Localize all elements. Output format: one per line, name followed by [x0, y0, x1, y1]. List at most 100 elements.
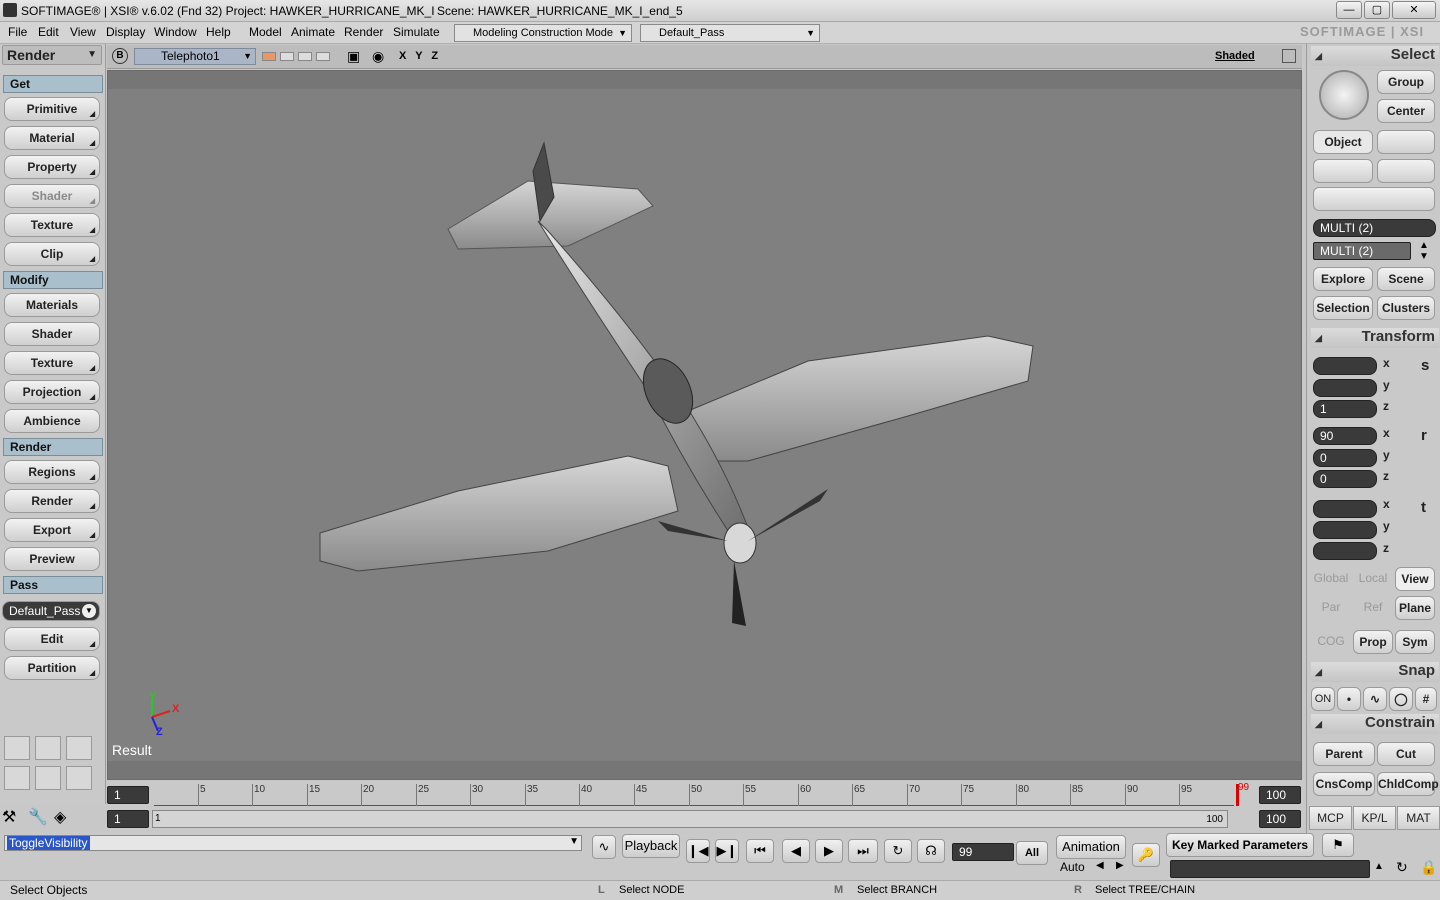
- layout-left-icon[interactable]: [4, 766, 30, 790]
- chevron-up-icon[interactable]: ▲: [1374, 861, 1384, 872]
- scale-z-field[interactable]: 1: [1313, 400, 1377, 418]
- menu-animate[interactable]: Animate: [291, 25, 335, 39]
- rotate-x-field[interactable]: 90: [1313, 427, 1377, 445]
- keyable-icon[interactable]: ⚑: [1322, 833, 1354, 857]
- local-button[interactable]: Local: [1353, 567, 1393, 591]
- shader-get-button[interactable]: Shader ◢: [4, 184, 100, 208]
- wrench-icon[interactable]: 🔧: [28, 807, 48, 827]
- prop-button[interactable]: Prop: [1353, 630, 1393, 654]
- cog-button[interactable]: COG: [1311, 630, 1351, 654]
- texture-modify-button[interactable]: Texture ◢: [4, 351, 100, 375]
- selection-list[interactable]: MULTI (2): [1313, 242, 1411, 260]
- close-button[interactable]: ✕: [1392, 1, 1436, 19]
- scale-y-field[interactable]: [1313, 379, 1377, 397]
- translate-mode-icon[interactable]: t: [1421, 499, 1426, 516]
- filter-expand-button[interactable]: [1313, 187, 1435, 211]
- primitive-button[interactable]: Primitive ◢: [4, 97, 100, 121]
- rotate-y-field[interactable]: 0: [1313, 449, 1377, 467]
- 3d-viewport[interactable]: Y X Z Result: [107, 70, 1302, 780]
- scene-button[interactable]: Scene: [1377, 267, 1435, 291]
- tab-kpl[interactable]: KP/L: [1353, 806, 1396, 830]
- projection-button[interactable]: Projection ◢: [4, 380, 100, 404]
- all-button[interactable]: All: [1016, 841, 1048, 865]
- menu-model[interactable]: Model: [249, 25, 282, 39]
- memo-cam-icon[interactable]: [280, 52, 294, 61]
- camera-icon[interactable]: ▣: [347, 48, 360, 65]
- audio-icon[interactable]: ☊: [917, 839, 945, 863]
- timeline[interactable]: 1 5 10 15 20 25 30 35 40 45 50 55 60 65 70 75 80 85 90 95 …: [107, 782, 1302, 832]
- range-end-field[interactable]: 100: [1259, 810, 1301, 828]
- ref-button[interactable]: Ref: [1353, 596, 1393, 620]
- play-backward-icon[interactable]: ◀: [782, 839, 810, 863]
- global-button[interactable]: Global: [1311, 567, 1351, 591]
- blank-filter-button[interactable]: [1377, 130, 1435, 154]
- snap-header[interactable]: ◢ Snap: [1311, 662, 1439, 682]
- group-button[interactable]: Group: [1377, 70, 1435, 94]
- playback-menu[interactable]: Playback: [622, 834, 680, 858]
- range-start-field[interactable]: 1: [107, 810, 149, 828]
- regions-button[interactable]: Regions ◢: [4, 460, 100, 484]
- axis-toggle[interactable]: X Y Z: [399, 50, 441, 62]
- script-icon[interactable]: ∿: [592, 835, 616, 859]
- menu-display[interactable]: Display: [106, 25, 145, 39]
- snap-surface-icon[interactable]: ◯: [1389, 687, 1413, 711]
- rotate-z-field[interactable]: 0: [1313, 470, 1377, 488]
- timeline-end-field[interactable]: 100: [1259, 786, 1301, 804]
- texture-get-button[interactable]: Texture ◢: [4, 213, 100, 237]
- edit-pass-button[interactable]: Edit ◢: [4, 627, 100, 651]
- snap-grid-icon[interactable]: #: [1415, 687, 1437, 711]
- translate-x-field[interactable]: [1313, 500, 1377, 518]
- key-icon[interactable]: 🔑: [1132, 843, 1160, 867]
- section-pass[interactable]: Pass: [3, 576, 103, 594]
- eye-icon[interactable]: ◉: [372, 48, 384, 65]
- menu-edit[interactable]: Edit: [38, 25, 59, 39]
- scale-x-field[interactable]: [1313, 357, 1377, 375]
- key-marked-button[interactable]: Key Marked Parameters: [1166, 833, 1314, 857]
- pass-dropdown[interactable]: Default_Pass ▼: [2, 601, 100, 621]
- pass-select[interactable]: Default_Pass ▼: [640, 24, 820, 42]
- memo-cam-icon[interactable]: [298, 52, 312, 61]
- layout-grid-icon[interactable]: [66, 736, 92, 760]
- auto-key-toggle[interactable]: Auto: [1060, 860, 1085, 874]
- maximize-viewport-icon[interactable]: [1282, 49, 1296, 63]
- translate-y-field[interactable]: [1313, 521, 1377, 539]
- constrain-header[interactable]: ◢ Constrain: [1311, 714, 1439, 734]
- section-get[interactable]: Get: [3, 75, 103, 93]
- first-frame-icon[interactable]: ⏮: [746, 839, 774, 863]
- plane-button[interactable]: Plane: [1395, 596, 1435, 620]
- refresh-icon[interactable]: ↻: [1396, 859, 1408, 876]
- menu-render[interactable]: Render: [344, 25, 383, 39]
- command-line[interactable]: ToggleVisibility ▼: [4, 835, 582, 851]
- blank-filter-button[interactable]: [1377, 159, 1435, 183]
- snap-point-icon[interactable]: •: [1337, 687, 1361, 711]
- play-forward-icon[interactable]: ▶: [815, 839, 843, 863]
- snap-curve-icon[interactable]: ∿: [1363, 687, 1387, 711]
- airplane-model[interactable]: [108, 71, 1303, 781]
- par-button[interactable]: Par: [1311, 596, 1351, 620]
- loop-icon[interactable]: ↻: [884, 839, 912, 863]
- layout-center-icon[interactable]: [35, 766, 61, 790]
- timeline-start-field[interactable]: 1: [107, 786, 149, 804]
- scale-mode-icon[interactable]: s: [1421, 357, 1429, 374]
- cut-button[interactable]: Cut: [1377, 742, 1435, 766]
- current-frame-field[interactable]: 99: [952, 843, 1014, 861]
- snap-on-button[interactable]: ON: [1311, 687, 1335, 711]
- shader-modify-button[interactable]: Shader: [4, 322, 100, 346]
- parent-button[interactable]: Parent: [1313, 742, 1375, 766]
- key-next-icon[interactable]: ▶: [1116, 860, 1124, 871]
- center-button[interactable]: Center: [1377, 99, 1435, 123]
- rotate-mode-icon[interactable]: r: [1421, 427, 1427, 444]
- menu-simulate[interactable]: Simulate: [393, 25, 440, 39]
- sym-button[interactable]: Sym: [1395, 630, 1435, 654]
- key-prev-icon[interactable]: ◀: [1096, 860, 1104, 871]
- select-arrow-icon[interactable]: [1319, 70, 1369, 120]
- palette-icon[interactable]: ◈: [54, 807, 66, 827]
- section-render[interactable]: Render: [3, 438, 103, 456]
- shading-mode[interactable]: Shaded: [1215, 50, 1255, 62]
- camera-select[interactable]: Telephoto1 ▼: [134, 48, 256, 65]
- render-button[interactable]: Render ◢: [4, 489, 100, 513]
- memo-cam-icon[interactable]: [262, 52, 276, 61]
- tab-mat[interactable]: MAT: [1397, 806, 1440, 830]
- range-slider[interactable]: 1 100: [152, 810, 1228, 828]
- viewport-badge[interactable]: B: [112, 48, 128, 64]
